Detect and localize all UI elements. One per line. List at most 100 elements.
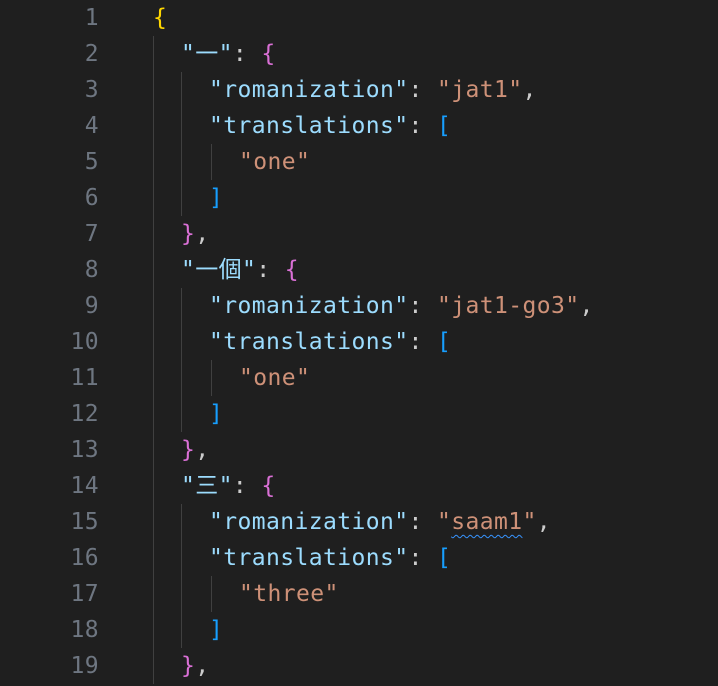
json-key: "translations": [209, 545, 409, 571]
json-key: "romanization": [209, 293, 409, 319]
colon-separator: :: [408, 113, 437, 139]
json-string-value: "saam1": [436, 509, 537, 535]
line-number: 4: [84, 113, 99, 139]
indent-guide: [153, 396, 154, 432]
indent-guide: [211, 360, 212, 396]
indent-guide: [181, 540, 182, 576]
indent-guide: [181, 324, 182, 360]
code-line[interactable]: 5 "one": [0, 144, 718, 180]
line-number: 19: [70, 653, 99, 679]
code-text: ]: [209, 180, 223, 216]
json-string-value: "jat1-go3": [436, 293, 580, 319]
line-number: 14: [70, 473, 99, 499]
code-line[interactable]: 14 "三": {: [0, 468, 718, 504]
code-text: "translations": [: [209, 108, 451, 144]
indent-guide: [181, 504, 182, 540]
code-line[interactable]: 13},: [0, 432, 718, 468]
code-line[interactable]: 3 "romanization": "jat1",: [0, 72, 718, 108]
code-line[interactable]: 8 "一個": {: [0, 252, 718, 288]
code-text: },: [181, 216, 210, 252]
indent-guide: [181, 576, 182, 612]
line-number: 5: [84, 149, 99, 175]
colon-separator: :: [256, 257, 285, 283]
json-key: "romanization": [209, 77, 409, 103]
code-line[interactable]: 11 "one": [0, 360, 718, 396]
line-number: 13: [70, 437, 99, 463]
code-text: "romanization": "jat1-go3",: [209, 288, 594, 324]
code-line[interactable]: 7},: [0, 216, 718, 252]
bracket: }: [181, 437, 196, 463]
code-text: "translations": [: [209, 324, 451, 360]
colon-separator: :: [232, 473, 262, 499]
json-key: "translations": [209, 329, 409, 355]
code-line[interactable]: 12]: [0, 396, 718, 432]
colon-separator: :: [232, 41, 262, 67]
colon-separator: :: [408, 77, 437, 103]
line-number: 12: [70, 401, 99, 427]
bracket: [: [436, 329, 452, 355]
indent-guide: [153, 540, 154, 576]
line-number: 16: [70, 545, 99, 571]
comma: ,: [195, 437, 210, 463]
indent-guide: [181, 288, 182, 324]
code-line[interactable]: 6]: [0, 180, 718, 216]
indent-guide: [153, 612, 154, 648]
line-number: 15: [70, 509, 99, 535]
bracket: {: [261, 41, 276, 67]
line-number: 2: [84, 41, 99, 67]
indent-guide: [153, 252, 154, 288]
indent-guide: [153, 360, 154, 396]
code-text: ]: [209, 396, 223, 432]
indent-guide: [153, 288, 154, 324]
code-line[interactable]: 2 "一": {: [0, 36, 718, 72]
code-editor[interactable]: 1{2 "一": {3 "romanization": "jat1", 4 "trans…: [0, 0, 718, 686]
indent-guide: [181, 72, 182, 108]
bracket: {: [284, 257, 300, 283]
json-key: "三": [181, 473, 233, 499]
json-string-value: "three": [239, 581, 339, 607]
bracket: {: [261, 473, 276, 499]
line-number: 7: [84, 221, 99, 247]
indent-guide: [153, 36, 154, 72]
code-line[interactable]: 16 "translations": [: [0, 540, 718, 576]
code-line[interactable]: 4 "translations": [: [0, 108, 718, 144]
indent-guide: [181, 108, 182, 144]
indent-guide: [153, 504, 154, 540]
bracket: ]: [209, 617, 224, 643]
comma: ,: [195, 653, 210, 679]
bracket: [: [436, 545, 452, 571]
bracket: ]: [209, 185, 224, 211]
indent-guide: [153, 648, 154, 684]
bracket: }: [181, 221, 196, 247]
code-line[interactable]: 18]: [0, 612, 718, 648]
line-number: 17: [70, 581, 99, 607]
spelling-warning-squiggle[interactable]: saam1: [451, 509, 522, 535]
indent-guide: [181, 612, 182, 648]
code-text: "romanization": "jat1",: [209, 72, 537, 108]
code-line[interactable]: 1{: [0, 0, 718, 36]
indent-guide: [211, 576, 212, 612]
code-text: {: [153, 0, 167, 36]
line-number: 6: [84, 185, 99, 211]
indent-guide: [153, 432, 154, 468]
colon-separator: :: [408, 329, 437, 355]
bracket: [: [436, 113, 452, 139]
json-key: "一個": [181, 257, 257, 283]
code-line[interactable]: 9 "romanization": "jat1-go3",: [0, 288, 718, 324]
indent-guide: [181, 396, 182, 432]
code-line[interactable]: 15 "romanization": "saam1",: [0, 504, 718, 540]
code-text: },: [181, 432, 210, 468]
json-string-value: "jat1": [436, 77, 523, 103]
indent-guide: [211, 144, 212, 180]
indent-guide: [153, 180, 154, 216]
json-string-value: "one": [239, 365, 311, 391]
line-number: 8: [84, 257, 99, 283]
code-line[interactable]: 10 "translations": [: [0, 324, 718, 360]
indent-guide: [153, 324, 154, 360]
indent-guide: [153, 576, 154, 612]
indent-guide: [153, 144, 154, 180]
colon-separator: :: [408, 545, 437, 571]
code-text: "translations": [: [209, 540, 451, 576]
code-line[interactable]: 17 "three": [0, 576, 718, 612]
code-line[interactable]: 19},: [0, 648, 718, 684]
